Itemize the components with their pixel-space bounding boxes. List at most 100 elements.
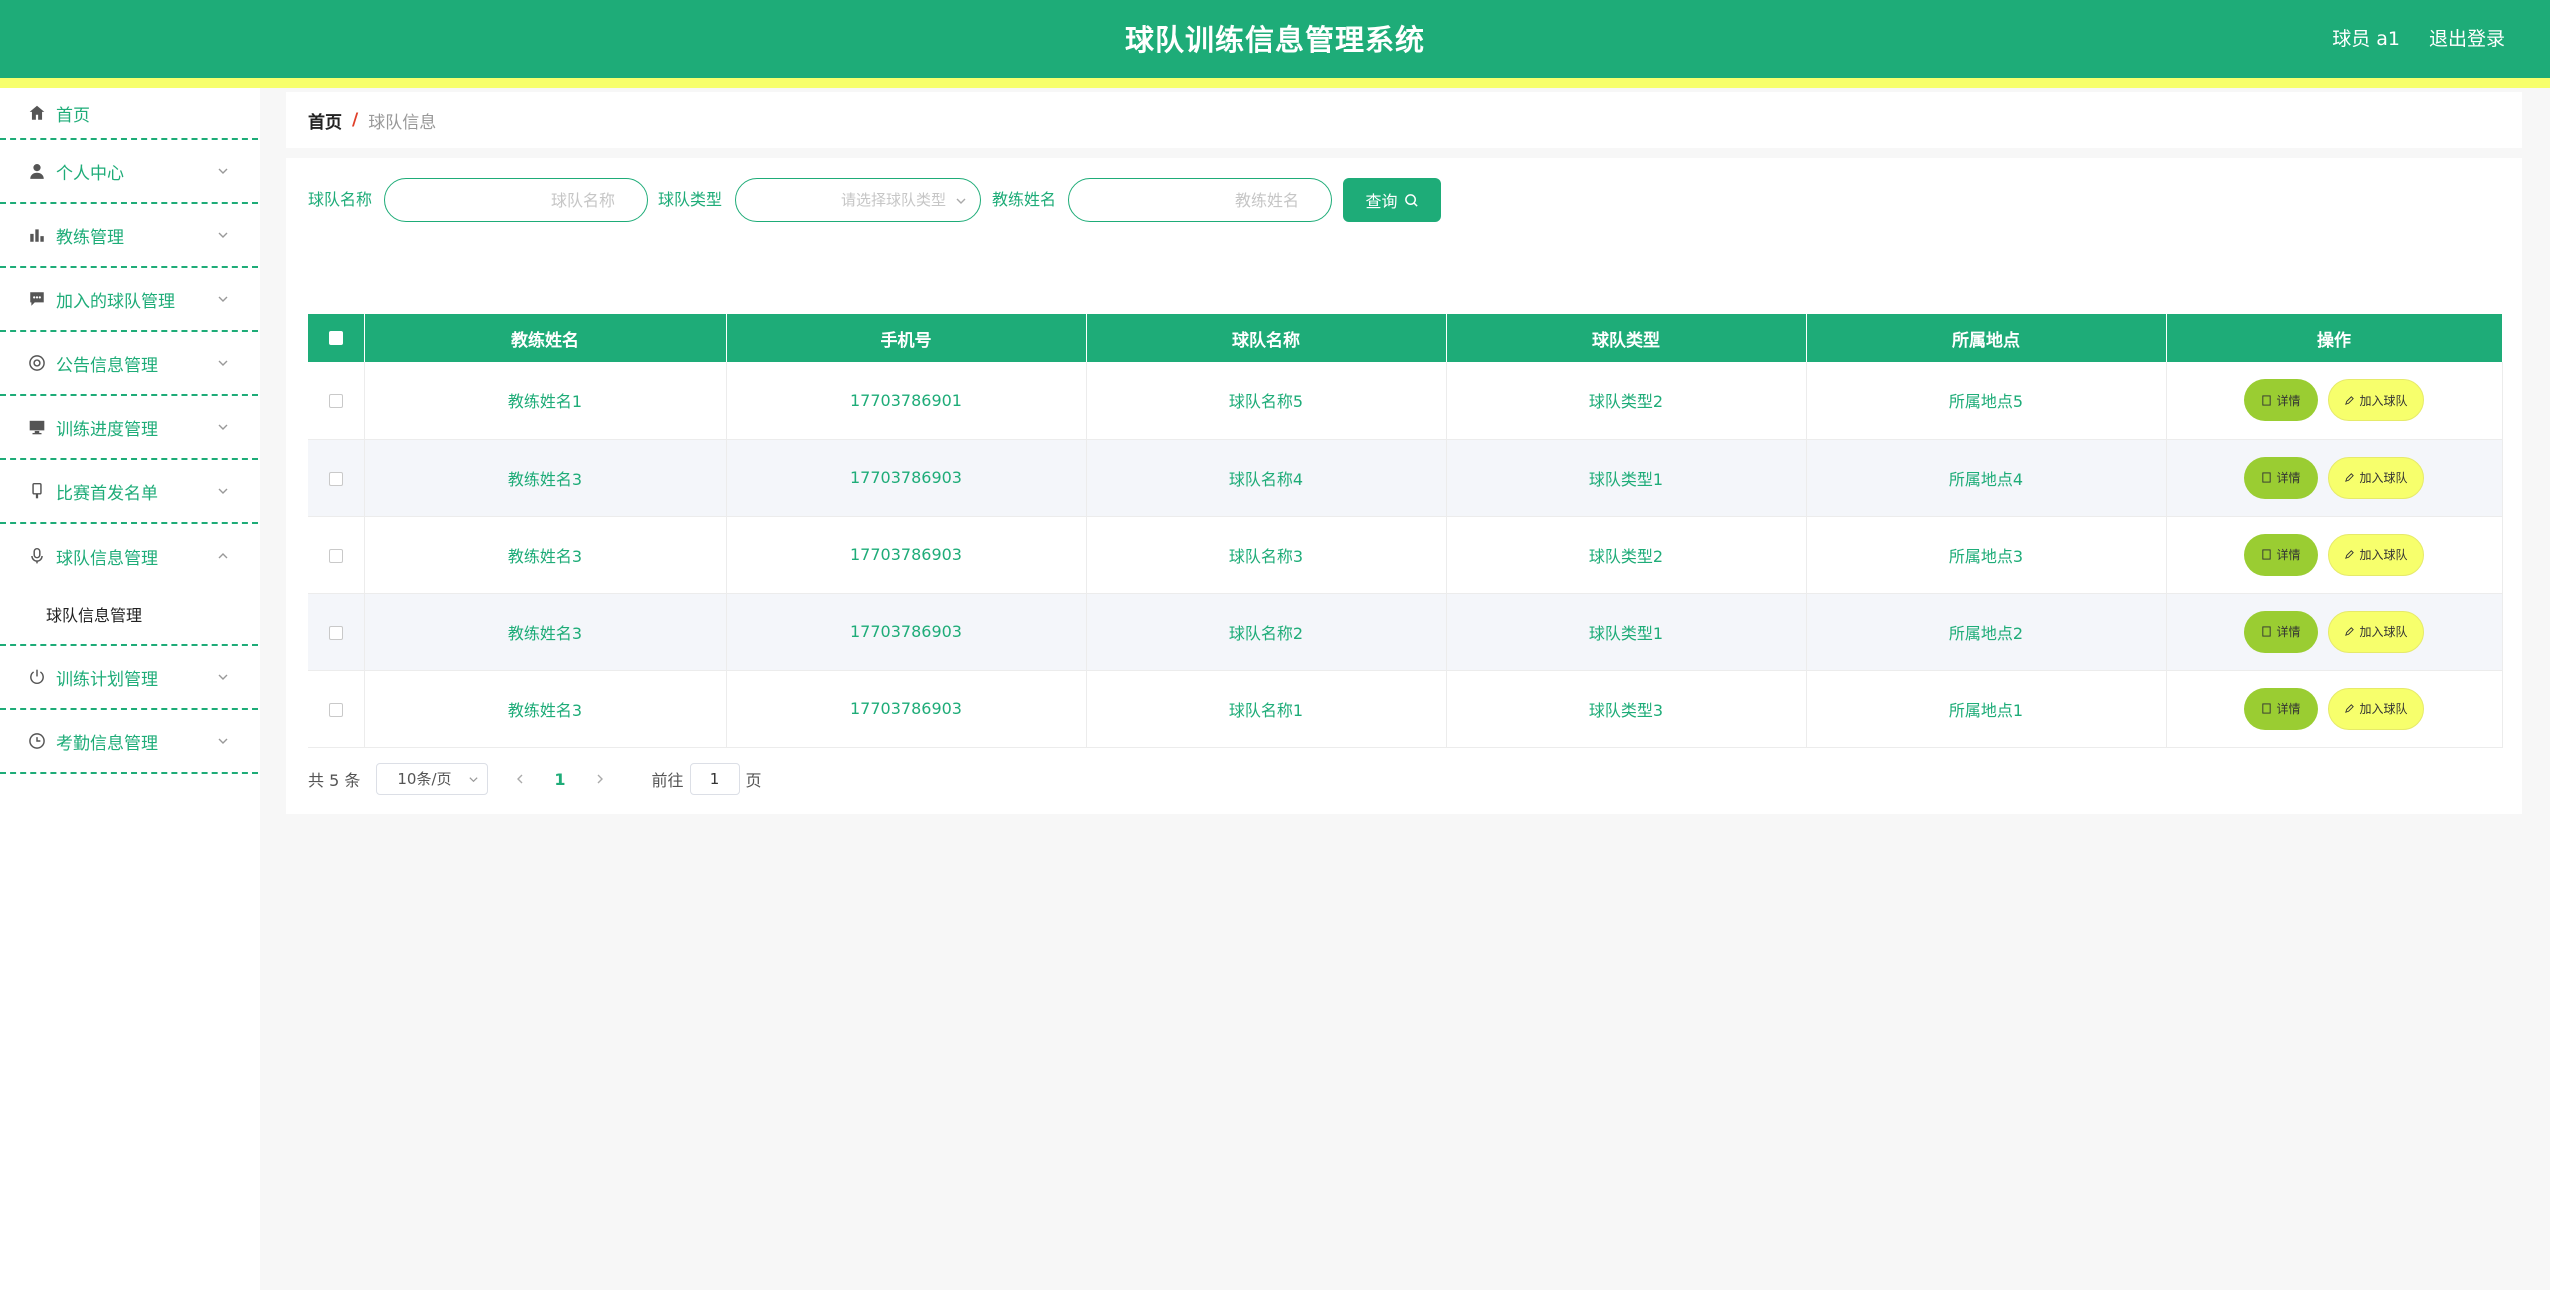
table-row: 教练姓名1 17703786901 球队名称5 球队类型2 所属地点5 详情 加入… (308, 362, 2503, 440)
chevron-down-icon (218, 488, 228, 494)
table-row: 教练姓名3 17703786903 球队名称1 球队类型3 所属地点1 详情 加入… (308, 670, 2503, 748)
column-header[interactable]: 球队类型 (1446, 314, 1807, 362)
column-header: 操作 (2166, 314, 2503, 362)
tag-icon (28, 482, 46, 500)
sidebar-item-starting-lineup[interactable]: 比赛首发名单 (0, 460, 258, 524)
team-name-cell: 球队名称2 (1086, 593, 1447, 671)
coach-name-cell: 教练姓名3 (364, 670, 727, 748)
sidebar-item-label: 比赛首发名单 (56, 483, 158, 504)
row-checkbox[interactable] (328, 548, 343, 563)
team-name-label: 球队名称 (308, 190, 373, 209)
join-team-button[interactable]: 加入球队 (2328, 379, 2424, 422)
home-icon (28, 104, 46, 122)
logout-link[interactable]: 退出登录 (2429, 0, 2505, 78)
bar-chart-icon (28, 226, 46, 244)
chevron-down-icon (218, 296, 228, 302)
team-name-cell: 球队名称4 (1086, 439, 1447, 517)
query-button[interactable]: 查询 (1343, 178, 1441, 222)
detail-button[interactable]: 详情 (2244, 533, 2318, 576)
page-number[interactable]: 1 (546, 770, 573, 789)
sidebar-item-attendance[interactable]: 考勤信息管理 (0, 710, 258, 774)
submenu-team-info-management[interactable]: 球队信息管理 (0, 588, 258, 644)
chevron-down-icon (218, 674, 228, 680)
breadcrumb: 首页 / 球队信息 (286, 92, 2522, 148)
query-button-label: 查询 (1365, 192, 1398, 211)
edit-icon (2345, 550, 2355, 559)
monitor-icon (28, 418, 46, 436)
actions-cell: 详情 加入球队 (2166, 516, 2503, 594)
chevron-down-icon (218, 424, 228, 430)
sidebar-item-team-info[interactable]: 球队信息管理 (0, 524, 258, 588)
column-header[interactable]: 球队名称 (1086, 314, 1447, 362)
column-header[interactable]: 所属地点 (1806, 314, 2167, 362)
table-row: 教练姓名3 17703786903 球队名称3 球队类型2 所属地点3 详情 加入… (308, 516, 2503, 594)
team-type-placeholder: 请选择球队类型 (840, 191, 946, 209)
document-icon (2262, 549, 2272, 560)
join-team-button[interactable]: 加入球队 (2328, 687, 2424, 730)
sidebar-item-joined-teams[interactable]: 加入的球队管理 (0, 268, 258, 332)
join-team-button-label: 加入球队 (2359, 548, 2408, 562)
detail-button-label: 详情 (2276, 702, 2301, 716)
next-page-icon[interactable] (594, 773, 606, 785)
sidebar-item-label: 个人中心 (56, 163, 124, 184)
row-checkbox[interactable] (328, 625, 343, 640)
sidebar-item-announcements[interactable]: 公告信息管理 (0, 332, 258, 396)
table-header-row: 教练姓名 手机号 球队名称 球队类型 所属地点 操作 (308, 314, 2503, 362)
prev-page-icon[interactable] (514, 773, 526, 785)
app-title: 球队训练信息管理系统 (1124, 23, 1425, 57)
main-panel: 球队名称 球队类型 请选择球队类型 教练姓名 查询 教练姓名 手机号 球队名称 … (286, 158, 2522, 814)
detail-button-label: 详情 (2276, 625, 2301, 639)
sidebar-item-training-plan[interactable]: 训练计划管理 (0, 646, 258, 710)
location-cell: 所属地点2 (1806, 593, 2167, 671)
phone-cell: 17703786903 (726, 593, 1087, 671)
team-name-input[interactable] (384, 178, 648, 222)
row-checkbox[interactable] (328, 702, 343, 717)
team-name-cell: 球队名称1 (1086, 670, 1447, 748)
row-checkbox[interactable] (328, 394, 343, 409)
page-size-select[interactable]: 10条/页 (376, 763, 489, 795)
breadcrumb-home[interactable]: 首页 (308, 108, 342, 133)
document-icon (2262, 395, 2272, 406)
team-table: 教练姓名 手机号 球队名称 球队类型 所属地点 操作 教练姓名1 1770378… (308, 314, 2503, 748)
coach-name-input[interactable] (1068, 178, 1332, 222)
document-icon (2262, 626, 2272, 637)
column-header[interactable]: 手机号 (726, 314, 1087, 362)
detail-button-label: 详情 (2276, 471, 2301, 485)
microphone-icon (28, 547, 46, 565)
team-type-select[interactable]: 请选择球队类型 (735, 178, 981, 222)
sidebar-item-home[interactable]: 首页 (0, 88, 258, 140)
detail-button[interactable]: 详情 (2244, 379, 2318, 422)
detail-button[interactable]: 详情 (2244, 610, 2318, 653)
header-stripe (0, 78, 2550, 88)
coach-name-cell: 教练姓名3 (364, 439, 727, 517)
chat-icon (28, 290, 46, 308)
join-team-button[interactable]: 加入球队 (2328, 456, 2424, 499)
team-type-cell: 球队类型2 (1446, 362, 1807, 440)
sidebar-item-training-progress[interactable]: 训练进度管理 (0, 396, 258, 460)
sidebar: 首页 个人中心 教练管理 加入的球队管理 公告信息管理 训练进度管理 比赛首发名… (0, 88, 260, 1290)
edit-icon (2345, 627, 2355, 636)
actions-cell: 详情 加入球队 (2166, 670, 2503, 748)
column-header[interactable]: 教练姓名 (364, 314, 727, 362)
breadcrumb-separator: / (352, 110, 359, 130)
sidebar-item-coach-management[interactable]: 教练管理 (0, 204, 258, 268)
chevron-down-icon (956, 198, 966, 204)
phone-cell: 17703786903 (726, 670, 1087, 748)
detail-button-label: 详情 (2276, 393, 2301, 408)
team-type-cell: 球队类型3 (1446, 670, 1807, 748)
chevron-down-icon (469, 777, 478, 783)
join-team-button[interactable]: 加入球队 (2328, 610, 2424, 653)
user-icon (28, 162, 46, 180)
team-type-label: 球队类型 (658, 190, 723, 209)
join-team-button[interactable]: 加入球队 (2328, 533, 2424, 576)
row-checkbox[interactable] (328, 471, 343, 486)
location-cell: 所属地点1 (1806, 670, 2167, 748)
detail-button[interactable]: 详情 (2244, 687, 2318, 730)
select-all-checkbox[interactable] (328, 331, 343, 345)
detail-button[interactable]: 详情 (2244, 456, 2318, 499)
goto-page-input[interactable] (689, 763, 740, 795)
sidebar-item-personal-center[interactable]: 个人中心 (0, 140, 258, 204)
sidebar-item-label: 首页 (56, 105, 90, 126)
chevron-down-icon (218, 168, 228, 174)
actions-cell: 详情 加入球队 (2166, 593, 2503, 671)
